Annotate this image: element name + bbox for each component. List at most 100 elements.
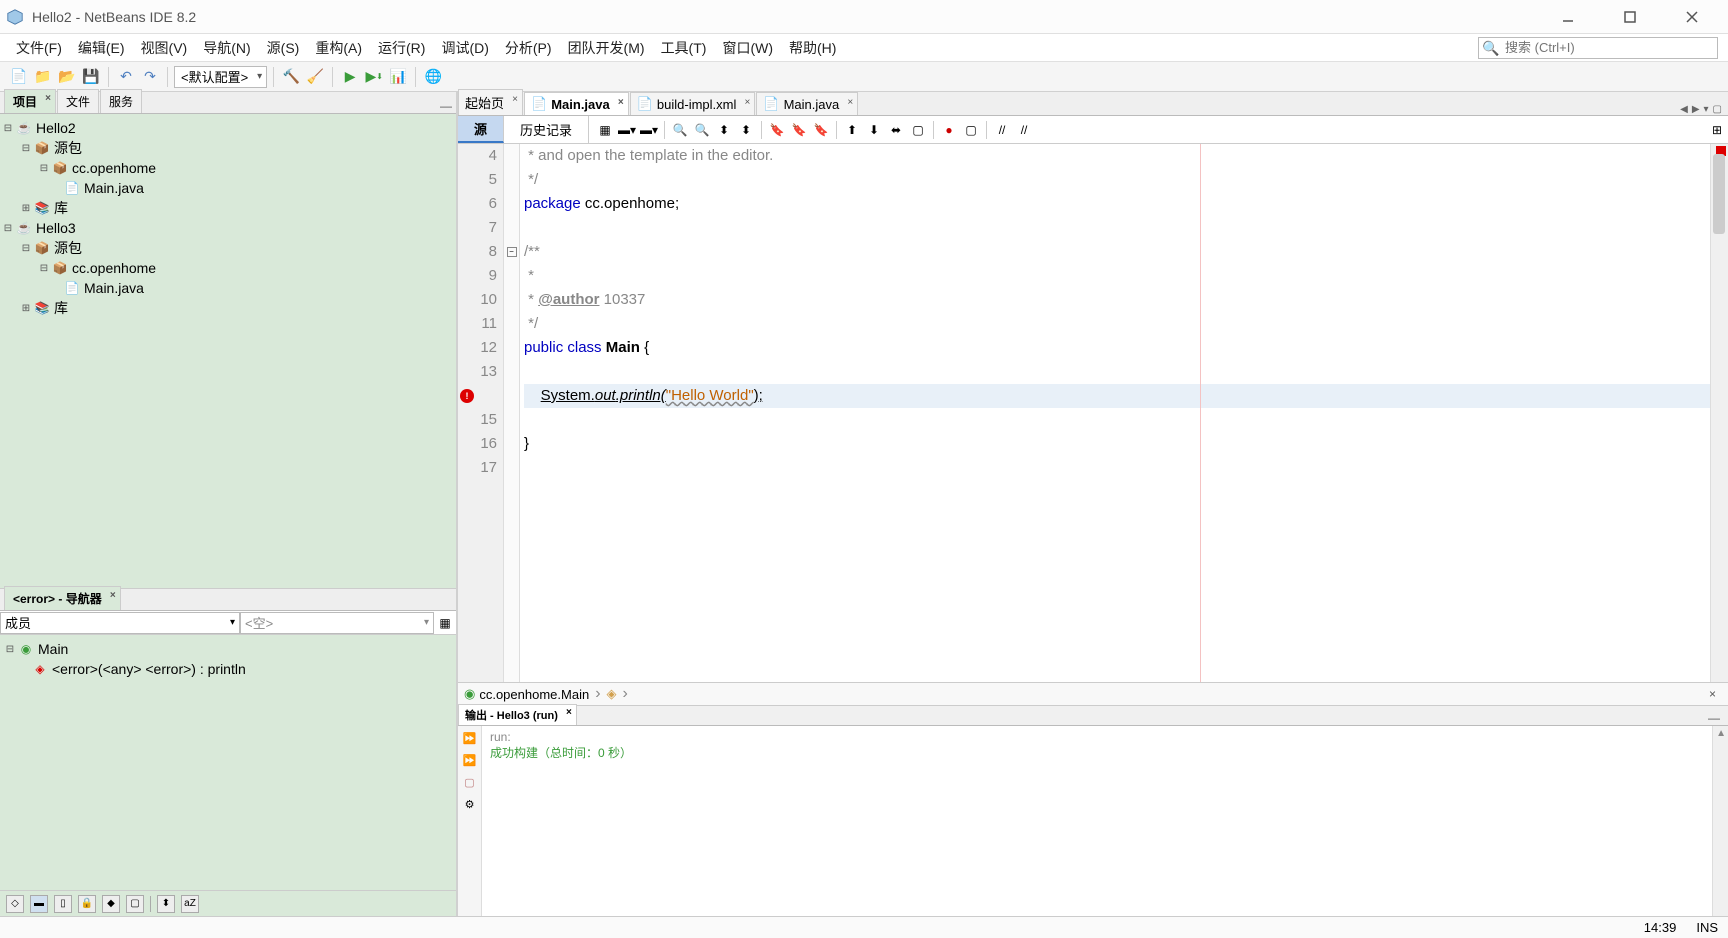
project-tree[interactable]: ⊟☕Hello2 ⊟📦源包 ⊟📦cc.openhome 📄Main.java ⊞… <box>0 114 456 588</box>
search-input[interactable] <box>1478 37 1718 59</box>
tab-start-page[interactable]: 起始页× <box>458 89 523 115</box>
error-icon[interactable]: ! <box>460 389 474 403</box>
close-button[interactable] <box>1672 5 1712 29</box>
breadcrumb-member[interactable]: ◈ <box>607 686 617 702</box>
minimize-panel-button[interactable]: — <box>436 99 456 113</box>
tab-services[interactable]: 服务 <box>100 89 142 113</box>
close-icon[interactable]: × <box>45 93 51 104</box>
close-icon[interactable]: × <box>745 97 751 108</box>
filter-button[interactable]: ⬍ <box>157 895 175 913</box>
source-tab[interactable]: 源 <box>458 116 504 143</box>
filter-button[interactable]: 🔒 <box>78 895 96 913</box>
prev-error-button[interactable]: ⬆ <box>842 120 862 140</box>
toolbar-button[interactable]: ▦ <box>595 120 615 140</box>
find-button[interactable]: 🔍 <box>670 120 690 140</box>
toolbar-button[interactable]: ▬▾ <box>639 120 659 140</box>
navigator-view-dropdown[interactable]: 成员 <box>0 612 240 634</box>
menu-edit[interactable]: 编辑(E) <box>72 34 131 62</box>
diff-button[interactable]: ⬌ <box>886 120 906 140</box>
find-prev-button[interactable]: 🔍 <box>692 120 712 140</box>
maximize-button[interactable]: ▢ <box>1713 104 1722 115</box>
menu-profile[interactable]: 分析(P) <box>499 34 558 62</box>
close-breadcrumb-button[interactable]: × <box>1703 687 1722 701</box>
new-file-button[interactable]: 📄 <box>8 66 30 88</box>
minimize-output-button[interactable]: — <box>1700 711 1728 725</box>
code-body[interactable]: * and open the template in the editor. *… <box>520 144 1728 682</box>
close-icon[interactable]: × <box>110 590 116 601</box>
close-icon[interactable]: × <box>847 97 853 108</box>
filter-button[interactable]: ◇ <box>6 895 24 913</box>
comment-button[interactable]: // <box>992 120 1012 140</box>
fold-toggle[interactable]: − <box>507 247 517 257</box>
toolbar-button[interactable]: ▬▾ <box>617 120 637 140</box>
close-icon[interactable]: × <box>512 94 518 105</box>
settings-button[interactable]: ⚙ <box>460 798 480 818</box>
output-text[interactable]: run: 成功构建（总时间：0 秒） ▲ <box>482 726 1728 916</box>
tab-main-java-2[interactable]: 📄Main.java× <box>756 92 858 115</box>
filter-button[interactable]: aZ <box>181 895 199 913</box>
undo-button[interactable]: ↶ <box>115 66 137 88</box>
menu-refactor[interactable]: 重构(A) <box>309 34 368 62</box>
navigator-tree[interactable]: ⊟◉Main ◈<error>(<any> <error>) : println <box>0 635 456 890</box>
open-button[interactable]: 📂 <box>56 66 78 88</box>
toolbar-button[interactable]: ⬍ <box>714 120 734 140</box>
filter-button[interactable]: ▢ <box>126 895 144 913</box>
expand-editor-button[interactable]: ⊞ <box>1706 123 1728 137</box>
menu-source[interactable]: 源(S) <box>261 34 306 62</box>
toolbar-button[interactable]: ▢ <box>908 120 928 140</box>
attach-button[interactable]: 🌐 <box>422 66 444 88</box>
menu-view[interactable]: 视图(V) <box>135 34 194 62</box>
menu-window[interactable]: 窗口(W) <box>716 34 779 62</box>
code-editor[interactable]: 4567 891011 1213 ! 151617 − * and open t… <box>458 144 1728 682</box>
menu-team[interactable]: 团队开发(M) <box>562 34 651 62</box>
breadcrumb-class[interactable]: ◉cc.openhome.Main <box>464 686 589 702</box>
new-project-button[interactable]: 📁 <box>32 66 54 88</box>
debug-button[interactable]: ▶⬇ <box>363 66 385 88</box>
uncomment-button[interactable]: // <box>1014 120 1034 140</box>
rerun-button[interactable]: ⏩ <box>460 732 480 752</box>
menu-debug[interactable]: 调试(D) <box>435 34 494 62</box>
save-all-button[interactable]: 💾 <box>80 66 102 88</box>
redo-button[interactable]: ↷ <box>139 66 161 88</box>
filter-button[interactable]: ◆ <box>102 895 120 913</box>
status-insert-mode[interactable]: INS <box>1696 920 1718 935</box>
run-button[interactable]: ▶ <box>339 66 361 88</box>
record-macro-button[interactable]: ● <box>939 120 959 140</box>
rerun-button[interactable]: ⏩ <box>460 754 480 774</box>
prev-bookmark-button[interactable]: 🔖 <box>767 120 787 140</box>
filter-button[interactable]: ▬ <box>30 895 48 913</box>
output-tab[interactable]: 输出 - Hello3 (run)× <box>458 704 577 725</box>
filter-button[interactable]: ▯ <box>54 895 72 913</box>
tab-projects[interactable]: 项目× <box>4 89 56 113</box>
scroll-right-button[interactable]: ▶ <box>1692 104 1700 115</box>
tab-main-java[interactable]: 📄Main.java× <box>524 92 629 115</box>
tab-files[interactable]: 文件 <box>57 89 99 113</box>
profile-button[interactable]: 📊 <box>387 66 409 88</box>
scroll-left-button[interactable]: ◀ <box>1680 104 1688 115</box>
clean-build-button[interactable]: 🧹 <box>304 66 326 88</box>
editor-scrollbar[interactable] <box>1710 144 1728 682</box>
close-icon[interactable]: × <box>566 707 572 718</box>
toggle-bookmark-button[interactable]: 🔖 <box>811 120 831 140</box>
tab-build-xml[interactable]: 📄build-impl.xml× <box>630 92 756 115</box>
next-bookmark-button[interactable]: 🔖 <box>789 120 809 140</box>
close-icon[interactable]: × <box>618 97 624 108</box>
maximize-button[interactable] <box>1610 5 1650 29</box>
menu-help[interactable]: 帮助(H) <box>783 34 842 62</box>
next-error-button[interactable]: ⬇ <box>864 120 884 140</box>
menu-file[interactable]: 文件(F) <box>10 34 68 62</box>
tab-navigator[interactable]: <error> - 导航器× <box>4 586 121 610</box>
scrollbar-thumb[interactable] <box>1713 154 1725 234</box>
output-scrollbar[interactable]: ▲ <box>1712 726 1728 916</box>
toolbar-button[interactable]: ⬍ <box>736 120 756 140</box>
menu-run[interactable]: 运行(R) <box>372 34 431 62</box>
config-dropdown[interactable]: <默认配置> <box>174 66 267 88</box>
navigator-filter-dropdown[interactable]: <空> <box>240 612 434 634</box>
stop-macro-button[interactable]: ▢ <box>961 120 981 140</box>
minimize-button[interactable] <box>1548 5 1588 29</box>
menu-navigate[interactable]: 导航(N) <box>197 34 256 62</box>
navigator-menu-button[interactable]: ▦ <box>434 616 456 630</box>
stop-button[interactable]: ▢ <box>460 776 480 796</box>
menu-tools[interactable]: 工具(T) <box>655 34 713 62</box>
tab-list-button[interactable]: ▾ <box>1704 104 1709 115</box>
